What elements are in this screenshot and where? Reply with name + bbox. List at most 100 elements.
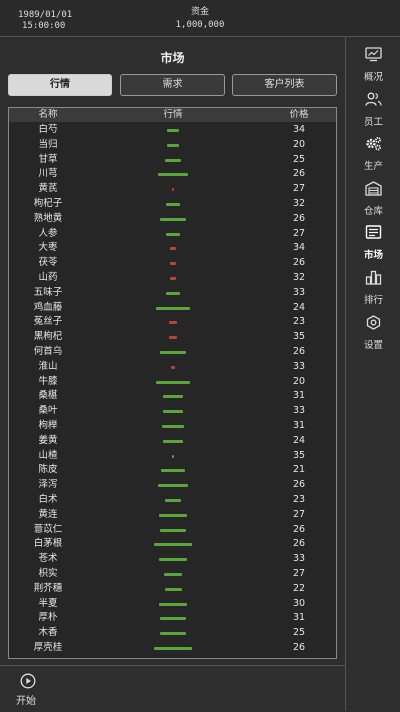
trend-cell	[119, 256, 227, 271]
herb-name: 黑枸杞	[33, 331, 63, 343]
herb-name: 熟地黄	[33, 212, 63, 224]
herb-name: 姜黄	[38, 434, 58, 446]
trend-cell	[119, 611, 227, 626]
sidebar-item-overview[interactable]: 概况	[346, 45, 400, 85]
trend-cell	[119, 597, 227, 612]
table-row[interactable]: 淮山 33	[9, 360, 336, 375]
table-row[interactable]: 白术 23	[9, 493, 336, 508]
table-row[interactable]: 桑椹 31	[9, 389, 336, 404]
herb-price: 26	[292, 538, 306, 550]
table-row[interactable]: 牛膝 20	[9, 375, 336, 390]
table-row[interactable]: 白茅根 26	[9, 537, 336, 552]
trend-cell	[119, 508, 227, 523]
trend-cell	[119, 123, 227, 138]
sidebar-item-ranking[interactable]: 排行	[346, 268, 400, 308]
table-row[interactable]: 川芎 26	[9, 167, 336, 182]
table-row[interactable]: 何首乌 26	[9, 345, 336, 360]
sidebar-item-warehouse[interactable]: 仓库	[346, 179, 400, 219]
herb-price: 26	[292, 346, 306, 357]
market-table[interactable]: 名称 行情 价格 白芍 34 当归 20 甘草 25 川芎 26 黄芪 27 枸杞子 32 熟地黄 26 人…	[8, 107, 337, 659]
herb-price: 24	[292, 434, 306, 446]
herb-name: 薏苡仁	[33, 523, 63, 535]
table-row[interactable]: 桑叶 33	[9, 404, 336, 419]
table-row[interactable]: 苍术 33	[9, 552, 336, 567]
table-row[interactable]: 厚朴 31	[9, 611, 336, 626]
sidebar-nav: 概况 员工 生产 仓库 市场 排行 设置	[345, 37, 400, 711]
table-row[interactable]: 枸榉 31	[9, 419, 336, 434]
table-row[interactable]: 五味子 33	[9, 286, 336, 301]
sidebar-item-market[interactable]: 市场	[346, 223, 400, 263]
table-row[interactable]: 木香 25	[9, 626, 336, 641]
table-row[interactable]: 山楂 35	[9, 449, 336, 464]
play-icon[interactable]	[20, 673, 36, 689]
table-row[interactable]: 半夏 30	[9, 597, 336, 612]
trend-bar-down	[168, 336, 178, 340]
trend-bar-up	[166, 291, 180, 295]
sidebar-item-label: 员工	[363, 117, 383, 128]
herb-name: 枳实	[38, 568, 58, 579]
main-panel: 市场 行情 需求 客户列表 名称 行情 价格 白芍 34 当归 20 甘草 25 川芎 26 黄…	[0, 37, 345, 665]
trend-cell	[119, 463, 227, 478]
table-row[interactable]: 大枣 34	[9, 241, 336, 256]
table-row[interactable]: 山药 32	[9, 271, 336, 286]
table-header: 名称 行情 价格	[9, 108, 336, 122]
table-row[interactable]: 黄芪 27	[9, 182, 336, 197]
trend-cell	[119, 389, 227, 404]
table-row[interactable]: 黄连 27	[9, 508, 336, 523]
table-row[interactable]: 泽泻 26	[9, 478, 336, 493]
herb-price: 25	[292, 627, 306, 639]
table-row[interactable]: 甘草 25	[9, 153, 336, 168]
herb-price: 21	[292, 464, 306, 476]
sidebar-item-label: 仓库	[363, 206, 383, 217]
fund-value: 1,000,000	[175, 20, 225, 30]
herb-name: 白芍	[38, 124, 58, 135]
table-row[interactable]: 姜黄 24	[9, 434, 336, 449]
herb-price: 27	[292, 508, 306, 520]
sidebar-item-production[interactable]: 生产	[346, 134, 400, 174]
herb-name: 茯苓	[38, 257, 58, 269]
trend-cell	[119, 404, 227, 419]
table-row[interactable]: 熟地黄 26	[9, 212, 336, 227]
herb-price: 27	[292, 568, 306, 579]
tab-customer-list[interactable]: 客户列表	[232, 74, 337, 96]
table-row[interactable]: 白芍 34	[9, 123, 336, 138]
trend-cell	[119, 286, 227, 301]
tab-market-quotes[interactable]: 行情	[8, 74, 112, 96]
sidebar-item-settings[interactable]: 设置	[346, 313, 400, 353]
herb-price: 26	[292, 168, 306, 180]
table-row[interactable]: 荆芥穗 22	[9, 582, 336, 597]
table-row[interactable]: 厚壳桂 26	[9, 641, 336, 656]
table-row[interactable]: 当归 20	[9, 138, 336, 153]
sidebar-item-label: 生产	[363, 161, 383, 172]
trend-bar-up	[166, 203, 180, 206]
herb-price: 33	[292, 286, 306, 298]
table-row[interactable]: 茯苓 26	[9, 256, 336, 271]
trend-cell	[119, 212, 227, 227]
table-row[interactable]: 鸡血藤 24	[9, 301, 336, 316]
column-header-price: 价格	[289, 109, 309, 120]
table-row[interactable]: 人参 27	[9, 227, 336, 242]
trend-bar-up	[158, 558, 188, 562]
table-row[interactable]: 菟丝子 23	[9, 315, 336, 330]
table-row[interactable]: 薏苡仁 26	[9, 523, 336, 538]
gears-icon	[366, 137, 381, 151]
tab-demand[interactable]: 需求	[120, 74, 225, 96]
herb-name: 黄芪	[38, 183, 58, 195]
sidebar-item-label: 概况	[363, 72, 383, 83]
herb-price: 32	[292, 272, 306, 283]
trend-cell	[119, 537, 227, 552]
start-button[interactable]: 开始	[16, 692, 36, 707]
trend-cell	[119, 315, 227, 330]
herb-price: 26	[292, 642, 306, 653]
table-row[interactable]: 枳实 27	[9, 567, 336, 582]
sidebar-item-label: 设置	[363, 340, 383, 351]
herb-price: 30	[292, 597, 306, 609]
table-row[interactable]: 黑枸杞 35	[9, 330, 336, 345]
herb-name: 山药	[38, 272, 58, 283]
table-row[interactable]: 陈皮 21	[9, 463, 336, 478]
herb-price: 33	[292, 405, 306, 417]
table-row[interactable]: 枸杞子 32	[9, 197, 336, 212]
herb-name: 五味子	[33, 286, 63, 298]
ranking-bars-icon	[365, 270, 382, 285]
sidebar-item-staff[interactable]: 员工	[346, 90, 400, 130]
